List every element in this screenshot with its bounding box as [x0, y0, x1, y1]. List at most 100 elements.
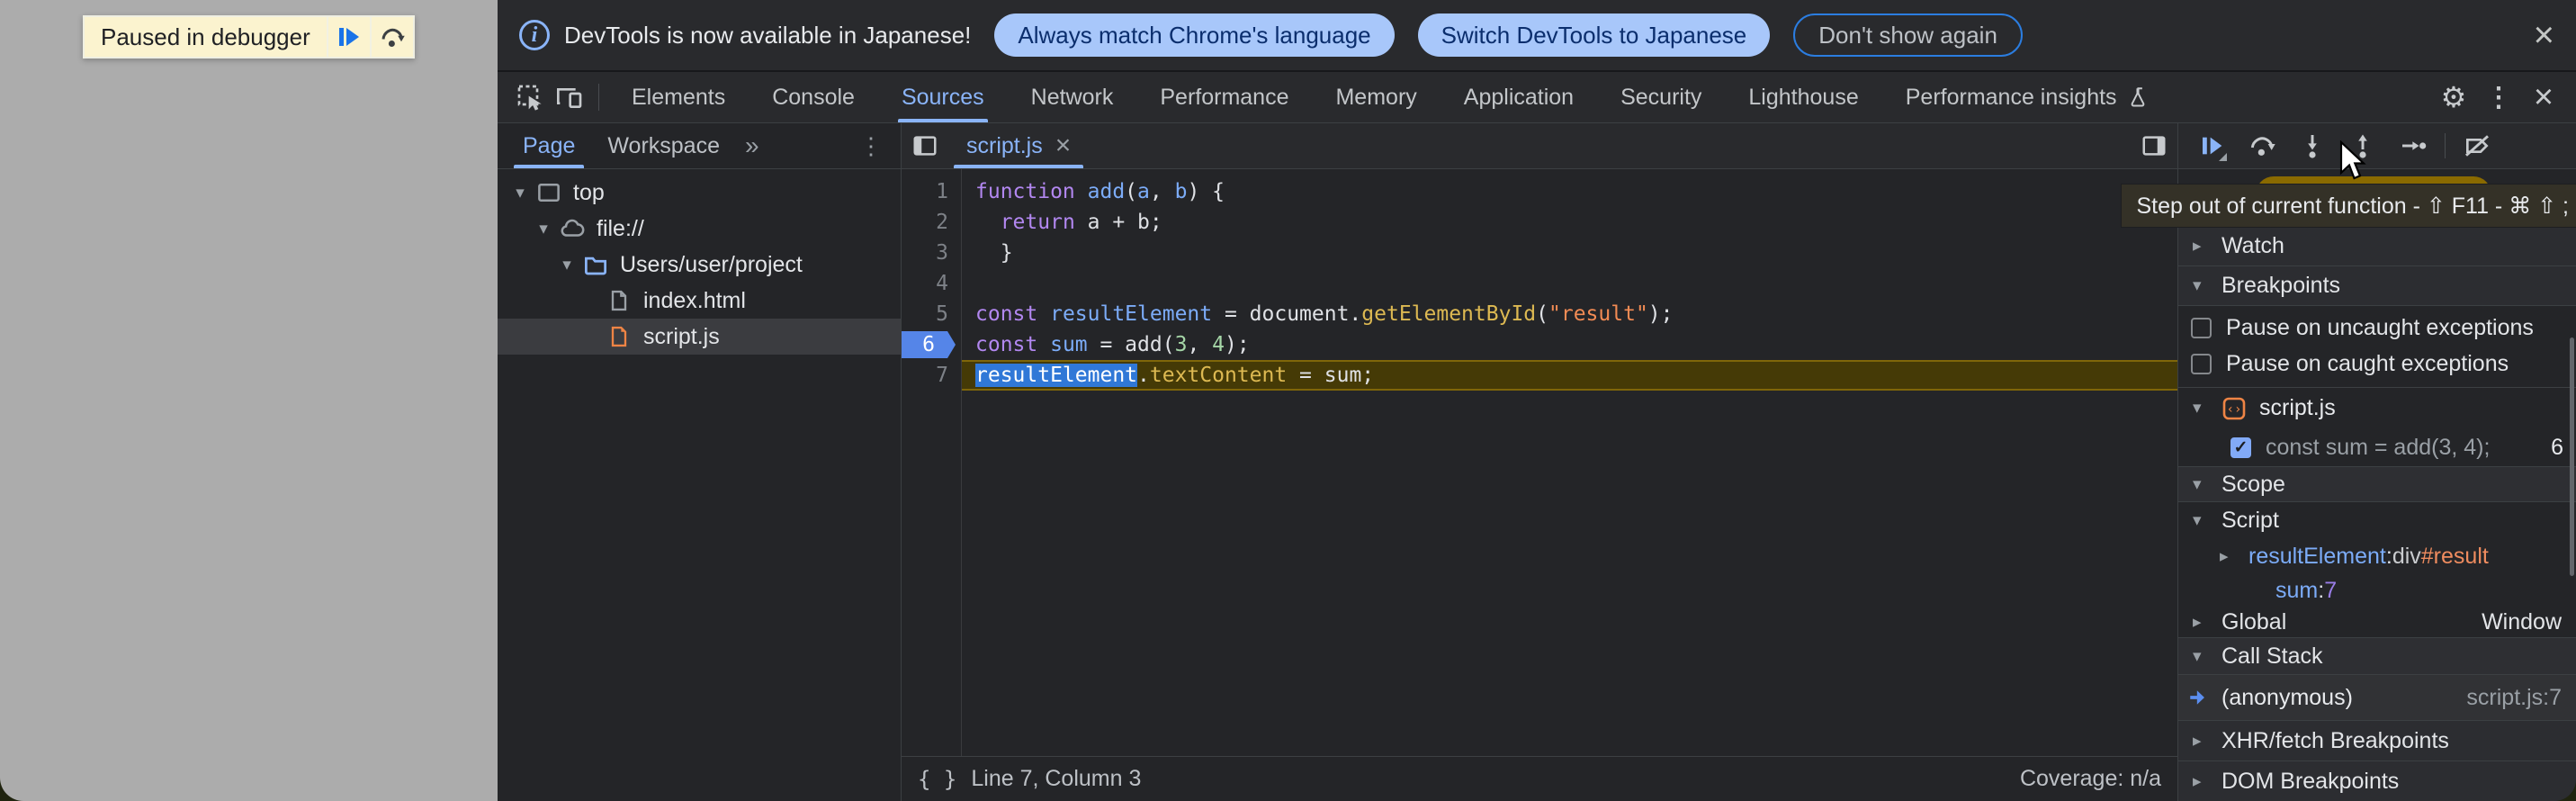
always-match-language-button[interactable]: Always match Chrome's language — [994, 14, 1394, 57]
section-scope[interactable]: ▾ Scope — [2178, 466, 2576, 502]
breakpoint-entry[interactable]: ✓ const sum = add(3, 4); 6 — [2178, 429, 2576, 467]
call-stack-frame[interactable]: (anonymous) script.js:7 — [2178, 675, 2576, 720]
tree-item-script-js[interactable]: script.js — [498, 319, 901, 355]
notification-bar: i DevTools is now available in Japanese!… — [498, 0, 2576, 72]
mouse-cursor — [2338, 140, 2369, 182]
pretty-print-icon[interactable]: { } — [918, 767, 956, 792]
breakpoint-flag-icon: 6 — [902, 331, 956, 358]
tab-network[interactable]: Network — [1008, 72, 1137, 122]
code-line-4[interactable]: 4 — [902, 268, 2177, 299]
tree-item-users-user-project[interactable]: ▾Users/user/project — [498, 247, 901, 283]
pause-uncaught-exceptions-row[interactable]: Pause on uncaught exceptions — [2178, 310, 2576, 346]
panel-tabs: ElementsConsoleSourcesNetworkPerformance… — [608, 72, 2173, 122]
devtools-window: i DevTools is now available in Japanese!… — [498, 0, 2576, 801]
tab-security[interactable]: Security — [1597, 72, 1725, 122]
editor-tab-strip: script.js × — [902, 123, 2177, 169]
settings-gear-icon[interactable]: ⚙ — [2434, 77, 2473, 117]
section-breakpoints[interactable]: ▾ Breakpoints — [2178, 266, 2576, 306]
line-number[interactable]: 5 — [902, 299, 961, 329]
section-watch[interactable]: ▸ Watch — [2178, 225, 2576, 266]
more-tabs-chevron-icon[interactable]: » — [736, 131, 768, 160]
switch-devtools-japanese-button[interactable]: Switch DevTools to Japanese — [1418, 14, 1771, 57]
inspect-element-button[interactable] — [510, 77, 550, 117]
section-call-stack[interactable]: ▾ Call Stack — [2178, 637, 2576, 675]
code-line-content — [961, 268, 2177, 299]
step-over-button[interactable] — [2243, 127, 2281, 165]
resume-play-icon — [339, 28, 359, 46]
tab-elements[interactable]: Elements — [608, 72, 749, 122]
tab-page[interactable]: Page — [507, 123, 591, 168]
tree-item-index-html[interactable]: index.html — [498, 283, 901, 319]
scope-global-group[interactable]: ▸ Global Window — [2178, 607, 2576, 637]
line-number[interactable]: 4 — [902, 268, 961, 299]
code-line-3[interactable]: 3 } — [902, 238, 2177, 268]
step-button[interactable] — [2394, 127, 2432, 165]
line-number[interactable]: 1 — [902, 176, 961, 207]
code-line-6[interactable]: 6const sum = add(3, 4); — [902, 329, 2177, 360]
breakpoint-checkbox[interactable]: ✓ — [2230, 437, 2251, 458]
resume-icon — [2197, 131, 2226, 160]
resume-script-button[interactable] — [327, 17, 370, 57]
step-over-icon — [2248, 131, 2276, 160]
code-editor[interactable]: 1function add(a, b) {2 return a + b;3 }4… — [902, 169, 2177, 756]
deactivate-breakpoints-button[interactable] — [2458, 127, 2496, 165]
tree-item-label: index.html — [643, 288, 746, 314]
line-number[interactable]: 3 — [902, 238, 961, 268]
code-line-content: return a + b; — [961, 207, 2177, 238]
tree-item-file-[interactable]: ▾file:// — [498, 211, 901, 247]
panel-left-icon — [911, 132, 938, 159]
toggle-debugger-sidebar-button[interactable] — [2131, 123, 2177, 168]
editor-tab-label: script.js — [966, 133, 1043, 159]
code-line-5[interactable]: 5const resultElement = document.getEleme… — [902, 299, 2177, 329]
tab-performance[interactable]: Performance — [1136, 72, 1312, 122]
tab-memory[interactable]: Memory — [1312, 72, 1440, 122]
breakpoint-marker[interactable]: 6 — [902, 329, 961, 360]
code-line-1[interactable]: 1function add(a, b) { — [902, 176, 2177, 207]
notification-message: DevTools is now available in Japanese! — [564, 22, 971, 50]
tab-workspace[interactable]: Workspace — [591, 123, 736, 168]
navigator-menu-dots-icon[interactable]: ⋮ — [850, 132, 892, 160]
breakpoint-file-group[interactable]: ▾ ‹› script.js — [2178, 388, 2576, 429]
tree-item-top[interactable]: ▾top — [498, 175, 901, 211]
section-xhr-breakpoints[interactable]: ▸ XHR/fetch Breakpoints — [2178, 720, 2576, 760]
chevron-right-icon: ▸ — [2193, 731, 2221, 752]
scope-script-group[interactable]: ▾ Script — [2178, 502, 2576, 538]
step-over-button-overlay[interactable] — [370, 17, 413, 57]
inspect-icon — [516, 83, 544, 112]
panel-right-icon — [2141, 132, 2168, 159]
notification-close-icon[interactable]: × — [2534, 17, 2554, 53]
tab-application[interactable]: Application — [1441, 72, 1597, 122]
pause-caught-exceptions-row[interactable]: Pause on caught exceptions — [2178, 346, 2576, 382]
pause-uncaught-checkbox[interactable] — [2191, 318, 2212, 338]
dont-show-again-button[interactable]: Don't show again — [1793, 14, 2023, 57]
tab-performance-insights[interactable]: Performance insights — [1882, 72, 2173, 122]
step-into-button[interactable] — [2293, 127, 2331, 165]
svg-text:‹›: ‹› — [2227, 402, 2242, 417]
scrollbar[interactable] — [2570, 338, 2574, 576]
code-line-2[interactable]: 2 return a + b; — [902, 207, 2177, 238]
editor-tab-scriptjs[interactable]: script.js × — [948, 123, 1089, 168]
tab-bar-right-controls: ⚙ ⋮ × — [2434, 77, 2563, 117]
tab-lighthouse[interactable]: Lighthouse — [1725, 72, 1881, 122]
scope-var-sum[interactable]: sum: 7 — [2178, 574, 2576, 607]
code-line-7[interactable]: 7resultElement.textContent = sum; — [902, 360, 2177, 391]
javascript-file-icon: ‹› — [2221, 396, 2247, 421]
device-toolbar-button[interactable] — [550, 77, 589, 117]
navigator-tabs: Page Workspace » ⋮ — [498, 123, 901, 169]
chevron-down-icon: ▾ — [2193, 646, 2221, 667]
paused-banner-label: Paused in debugger — [85, 17, 327, 57]
section-dom-breakpoints[interactable]: ▸ DOM Breakpoints — [2178, 760, 2576, 801]
tab-sources[interactable]: Sources — [878, 72, 1008, 122]
toggle-navigator-button[interactable] — [902, 123, 948, 168]
resume-button[interactable] — [2193, 127, 2230, 165]
coverage-status: Coverage: n/a — [2020, 766, 2161, 792]
pause-caught-checkbox[interactable] — [2191, 354, 2212, 374]
tree-item-label: Users/user/project — [620, 252, 803, 278]
line-number[interactable]: 7 — [902, 360, 961, 391]
scope-var-resultelement[interactable]: ▸ resultElement: div#result — [2178, 538, 2576, 574]
close-tab-icon[interactable]: × — [1055, 132, 1072, 159]
more-options-icon[interactable]: ⋮ — [2479, 77, 2518, 117]
tab-console[interactable]: Console — [749, 72, 878, 122]
line-number[interactable]: 2 — [902, 207, 961, 238]
close-devtools-icon[interactable]: × — [2524, 77, 2563, 117]
